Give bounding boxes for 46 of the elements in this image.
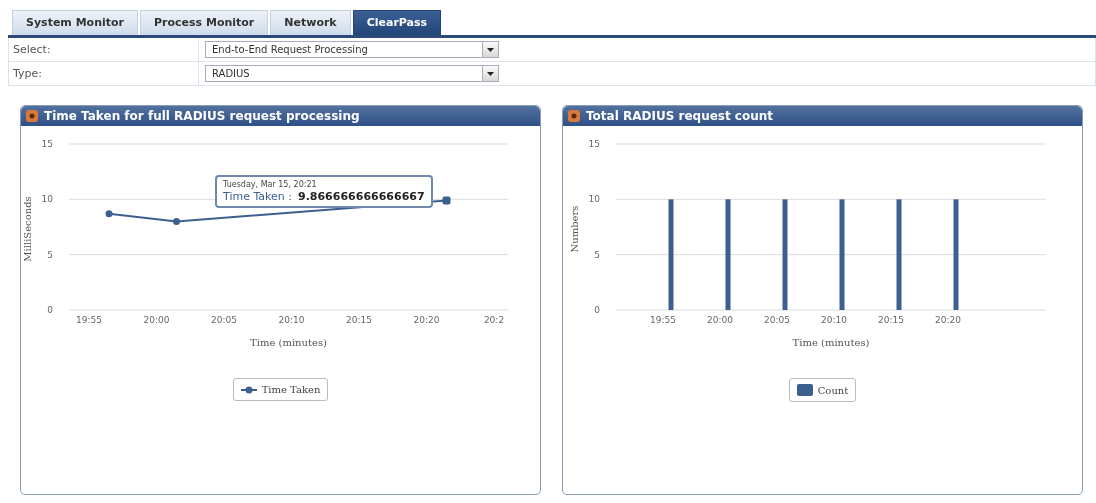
y-axis-title: Numbers [569,205,580,253]
y-tick-label: 10 [41,194,53,205]
y-tick-label: 15 [41,139,53,149]
collapse-icon[interactable] [26,110,38,122]
data-point [173,217,180,225]
bar-marker-icon [796,384,813,396]
x-tick-label: 19:55 [76,315,102,325]
x-tick-label: 20:10 [278,315,305,325]
x-tick-label: 20:10 [821,315,847,325]
x-axis-title: Time (minutes) [250,337,327,348]
tooltip-value: Time Taken : 9.866666666666667 [223,190,425,203]
x-tick-label: 20:20 [413,315,440,325]
y-tick-label: 10 [588,194,600,205]
tab[interactable]: Network [270,10,351,35]
tab[interactable]: ClearPass [352,10,442,35]
y-tick-label: 0 [47,305,53,315]
legend[interactable]: Time Taken [232,378,329,401]
data-point [442,196,451,205]
y-axis-title: MilliSeconds [22,196,33,262]
panel-title: Total RADIUS request count [586,109,774,123]
x-tick-label: 20:00 [143,315,170,325]
y-tick-label: 15 [588,139,600,149]
y-tick-label: 5 [594,249,600,260]
tab[interactable]: Process Monitor [140,10,269,35]
x-tick-label: 20:05 [764,315,790,325]
line-marker-icon [240,385,257,394]
x-tick-label: 19:55 [650,315,676,325]
x-tick-label: 20:20 [935,315,961,325]
x-tick-label: 20:00 [707,315,733,325]
y-tick-label: 5 [47,249,53,260]
data-point [105,210,113,218]
x-tick-label: 20:05 [211,315,237,325]
tooltip-date: Tuesday, Mar 15, 20:21 [223,180,318,189]
legend[interactable]: Count [788,378,857,402]
x-tick-label: 20:15 [878,315,904,325]
y-tick-label: 0 [594,305,600,315]
collapse-icon[interactable] [568,110,580,122]
field-label: Select: [9,38,199,61]
tab[interactable]: System Monitor [12,10,138,35]
dropdown[interactable]: End-to-End Request Processing [205,41,499,58]
field-label: Type: [9,62,199,85]
x-tick-label: 20:15 [346,315,372,325]
x-axis-title: Time (minutes) [792,337,870,348]
dropdown[interactable]: RADIUS [205,65,499,82]
x-tick-label: 20:2 [483,315,505,325]
panel-title: Time Taken for full RADIUS request processing [44,109,360,123]
